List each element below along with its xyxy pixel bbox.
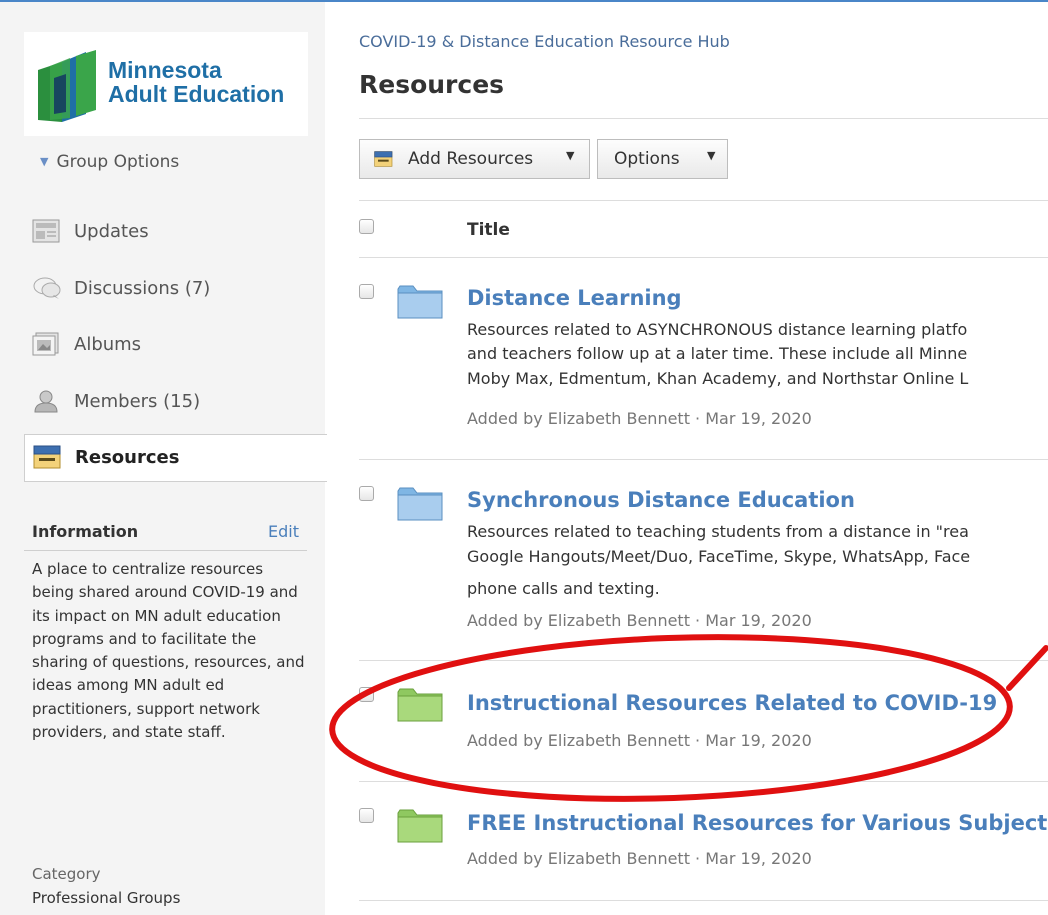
row-checkbox[interactable] bbox=[359, 284, 374, 299]
options-button[interactable]: Options ▼ bbox=[597, 139, 728, 179]
divider bbox=[359, 900, 1048, 901]
divider bbox=[359, 200, 1048, 201]
sidebar-item-label: Albums bbox=[74, 334, 142, 355]
category-value: Professional Groups bbox=[32, 889, 181, 907]
group-options-label: Group Options bbox=[56, 152, 180, 172]
row-checkbox[interactable] bbox=[359, 486, 374, 501]
add-resources-button[interactable]: Add Resources ▼ bbox=[359, 139, 590, 179]
divider bbox=[359, 660, 1048, 661]
breadcrumb[interactable]: COVID-19 & Distance Education Resource H… bbox=[359, 32, 730, 51]
resource-description-line: and teachers follow up at a later time. … bbox=[467, 344, 968, 363]
resource-title-link[interactable]: Distance Learning bbox=[467, 286, 682, 310]
sidebar-item-label: Discussions (7) bbox=[74, 278, 211, 299]
members-icon bbox=[34, 390, 58, 413]
group-description: A place to centralize resources being sh… bbox=[32, 560, 305, 742]
sidebar: Minnesota Adult Education ▼ Group Options… bbox=[0, 2, 327, 915]
folder-icon[interactable] bbox=[397, 807, 443, 843]
albums-icon bbox=[32, 332, 59, 356]
resource-title-link[interactable]: FREE Instructional Resources for Various… bbox=[467, 811, 1048, 835]
logo-line-1: Minnesota bbox=[108, 57, 222, 83]
resource-meta: Added by Elizabeth Bennett · Mar 19, 202… bbox=[467, 731, 812, 750]
sidebar-item-label: Resources bbox=[75, 447, 180, 468]
updates-icon bbox=[32, 219, 60, 243]
resource-description-line: Google Hangouts/Meet/Duo, FaceTime, Skyp… bbox=[467, 547, 971, 566]
group-logo[interactable]: Minnesota Adult Education bbox=[24, 32, 308, 136]
page-title: Resources bbox=[359, 70, 505, 99]
resource-description-line: Resources related to ASYNCHRONOUS distan… bbox=[467, 320, 968, 339]
caret-down-icon: ▼ bbox=[707, 149, 716, 162]
information-header: Information Edit bbox=[24, 518, 307, 551]
book-logo-icon bbox=[38, 50, 96, 122]
select-all-checkbox[interactable] bbox=[359, 219, 374, 234]
resource-description-line: Moby Max, Edmentum, Khan Academy, and No… bbox=[467, 369, 969, 388]
sidebar-item-label: Updates bbox=[74, 221, 149, 242]
resource-description-line: Resources related to teaching students f… bbox=[467, 522, 969, 541]
divider bbox=[359, 118, 1048, 119]
logo-text: Minnesota Adult Education bbox=[108, 58, 284, 106]
resource-title-link[interactable]: Synchronous Distance Education bbox=[467, 488, 855, 512]
folder-icon[interactable] bbox=[397, 283, 443, 319]
logo-line-2: Adult Education bbox=[108, 81, 285, 107]
sidebar-item-updates[interactable]: Updates bbox=[24, 209, 324, 255]
caret-down-icon: ▼ bbox=[566, 149, 575, 162]
sidebar-item-label: Members (15) bbox=[74, 391, 201, 412]
divider bbox=[359, 257, 1048, 258]
sidebar-item-members[interactable]: Members (15) bbox=[24, 379, 324, 425]
divider bbox=[359, 781, 1048, 782]
resource-meta: Added by Elizabeth Bennett · Mar 19, 202… bbox=[467, 409, 812, 428]
add-resources-label: Add Resources bbox=[408, 149, 534, 169]
sidebar-item-discussions[interactable]: Discussions (7) bbox=[24, 266, 324, 312]
resource-meta: Added by Elizabeth Bennett · Mar 19, 202… bbox=[467, 611, 812, 630]
title-column-header[interactable]: Title bbox=[467, 220, 510, 240]
options-label: Options bbox=[614, 149, 680, 169]
folder-icon[interactable] bbox=[397, 686, 443, 722]
resource-description-line: phone calls and texting. bbox=[467, 579, 660, 598]
resource-title-link[interactable]: Instructional Resources Related to COVID… bbox=[467, 691, 997, 715]
sidebar-item-albums[interactable]: Albums bbox=[24, 322, 324, 368]
divider bbox=[359, 459, 1048, 460]
folder-icon[interactable] bbox=[397, 485, 443, 521]
information-edit-link[interactable]: Edit bbox=[268, 522, 299, 541]
resources-icon bbox=[374, 151, 393, 167]
row-checkbox[interactable] bbox=[359, 687, 374, 702]
triangle-down-icon: ▼ bbox=[40, 155, 49, 168]
group-options-toggle[interactable]: ▼ Group Options bbox=[40, 152, 179, 172]
discussions-icon bbox=[33, 277, 61, 299]
resources-icon bbox=[33, 445, 61, 469]
row-checkbox[interactable] bbox=[359, 808, 374, 823]
category-label: Category bbox=[32, 865, 101, 883]
information-title: Information bbox=[32, 522, 139, 541]
resource-meta: Added by Elizabeth Bennett · Mar 19, 202… bbox=[467, 849, 812, 868]
sidebar-item-resources[interactable]: Resources bbox=[24, 434, 327, 482]
